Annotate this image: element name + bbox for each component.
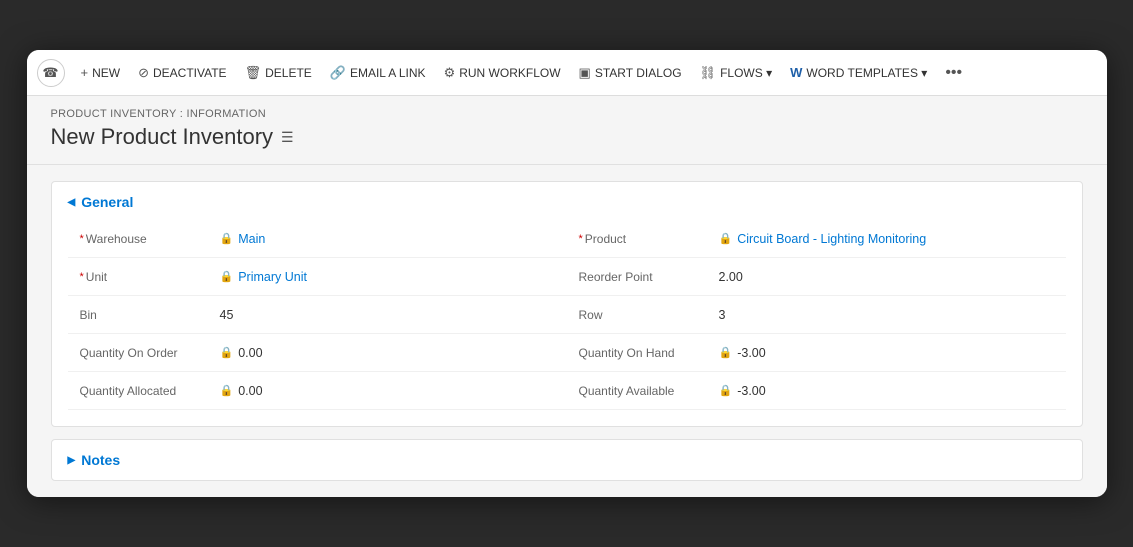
content-area: ◀ General * Warehouse 🔒 — [27, 165, 1107, 497]
qty-on-order-lock-icon: 🔒 — [220, 346, 234, 359]
qty-allocated-value: 🔒 0.00 — [220, 384, 555, 398]
page-title-row: New Product Inventory ☰ — [51, 124, 1083, 150]
new-icon: + — [81, 65, 89, 80]
field-warehouse: * Warehouse 🔒 Main — [68, 220, 567, 258]
app-window: ☎ + NEW ⊘ DEACTIVATE 🗑 DELETE 🔗 EMAIL A … — [27, 50, 1107, 497]
notes-section-header[interactable]: ▶ Notes — [52, 440, 1082, 480]
page-title: New Product Inventory — [51, 124, 274, 150]
fields-left: * Warehouse 🔒 Main * Unit — [68, 220, 567, 410]
field-reorder-point: Reorder Point 2.00 — [567, 258, 1066, 296]
product-lock-icon: 🔒 — [719, 232, 733, 245]
row-label: Row — [579, 308, 719, 322]
fields-grid: * Warehouse 🔒 Main * Unit — [68, 220, 1066, 410]
breadcrumb: PRODUCT INVENTORY : INFORMATION — [51, 108, 1083, 120]
unit-label: * Unit — [80, 270, 220, 284]
field-qty-on-hand: Quantity On Hand 🔒 -3.00 — [567, 334, 1066, 372]
product-value[interactable]: 🔒 Circuit Board - Lighting Monitoring — [719, 232, 1054, 246]
unit-value[interactable]: 🔒 Primary Unit — [220, 270, 555, 284]
unit-lock-icon: 🔒 — [220, 270, 234, 283]
product-label: * Product — [579, 232, 719, 246]
deactivate-icon: ⊘ — [138, 65, 149, 81]
reorder-point-value: 2.00 — [719, 270, 1054, 284]
field-qty-on-order: Quantity On Order 🔒 0.00 — [68, 334, 567, 372]
qty-on-hand-label: Quantity On Hand — [579, 346, 719, 360]
qty-on-order-value: 🔒 0.00 — [220, 346, 555, 360]
qty-on-hand-value: 🔒 -3.00 — [719, 346, 1054, 360]
qty-on-hand-lock-icon: 🔒 — [719, 346, 733, 359]
more-options-button[interactable]: ••• — [937, 59, 970, 87]
email-link-icon: 🔗 — [330, 65, 346, 81]
collapse-icon: ◀ — [68, 197, 76, 208]
field-bin: Bin 45 — [68, 296, 567, 334]
email-link-button[interactable]: 🔗 EMAIL A LINK — [322, 60, 434, 86]
row-value: 3 — [719, 308, 1054, 322]
bin-value: 45 — [220, 308, 555, 322]
warehouse-value[interactable]: 🔒 Main — [220, 232, 555, 246]
qty-available-lock-icon: 🔒 — [719, 384, 733, 397]
phone-icon: ☎ — [37, 59, 65, 87]
expand-icon: ▶ — [68, 455, 76, 466]
general-section-body: * Warehouse 🔒 Main * Unit — [52, 220, 1082, 426]
run-workflow-button[interactable]: ⚙ RUN WORKFLOW — [436, 60, 569, 86]
bin-label: Bin — [80, 308, 220, 322]
warehouse-lock-icon: 🔒 — [220, 232, 234, 245]
general-section-header[interactable]: ◀ General — [52, 182, 1082, 220]
new-button[interactable]: + NEW — [73, 60, 129, 85]
general-section: ◀ General * Warehouse 🔒 — [51, 181, 1083, 427]
deactivate-button[interactable]: ⊘ DEACTIVATE — [130, 60, 234, 86]
qty-available-label: Quantity Available — [579, 384, 719, 398]
qty-available-value: 🔒 -3.00 — [719, 384, 1054, 398]
field-qty-allocated: Quantity Allocated 🔒 0.00 — [68, 372, 567, 410]
toolbar: ☎ + NEW ⊘ DEACTIVATE 🗑 DELETE 🔗 EMAIL A … — [27, 50, 1107, 96]
field-row-field: Row 3 — [567, 296, 1066, 334]
start-dialog-button[interactable]: ▣ START DIALOG — [571, 60, 690, 86]
word-templates-button[interactable]: W WORD TEMPLATES ▾ — [782, 60, 935, 85]
page-header: PRODUCT INVENTORY : INFORMATION New Prod… — [27, 96, 1107, 165]
field-product: * Product 🔒 Circuit Board - Lighting Mon… — [567, 220, 1066, 258]
warehouse-label: * Warehouse — [80, 232, 220, 246]
delete-button[interactable]: 🗑 DELETE — [237, 60, 320, 86]
field-qty-available: Quantity Available 🔒 -3.00 — [567, 372, 1066, 410]
fields-right: * Product 🔒 Circuit Board - Lighting Mon… — [567, 220, 1066, 410]
flows-icon: ⛓ — [700, 65, 717, 81]
qty-allocated-label: Quantity Allocated — [80, 384, 220, 398]
notes-section-label: Notes — [81, 452, 120, 468]
notes-section: ▶ Notes — [51, 439, 1083, 481]
page-title-menu-icon[interactable]: ☰ — [281, 129, 294, 146]
general-section-label: General — [81, 194, 133, 210]
qty-on-order-label: Quantity On Order — [80, 346, 220, 360]
start-dialog-icon: ▣ — [579, 65, 591, 81]
delete-icon: 🗑 — [245, 65, 262, 81]
qty-allocated-lock-icon: 🔒 — [220, 384, 234, 397]
flows-button[interactable]: ⛓ FLOWS ▾ — [692, 60, 781, 86]
run-workflow-icon: ⚙ — [444, 65, 456, 81]
word-templates-icon: W — [790, 65, 802, 80]
reorder-point-label: Reorder Point — [579, 270, 719, 284]
field-unit: * Unit 🔒 Primary Unit — [68, 258, 567, 296]
